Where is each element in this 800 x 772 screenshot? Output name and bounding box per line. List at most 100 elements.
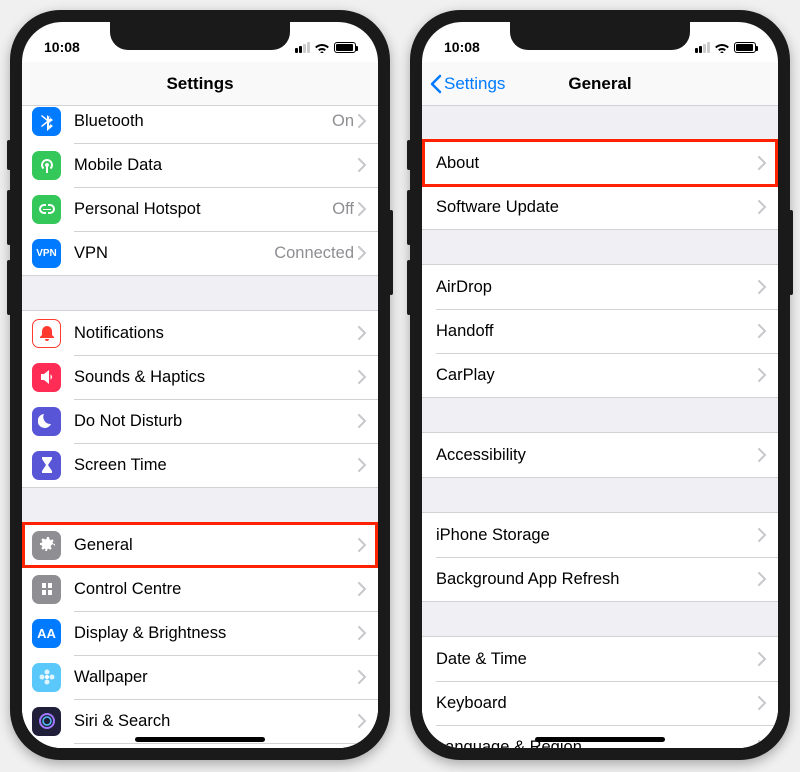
row-label: Siri & Search (74, 712, 358, 731)
chevron-right-icon (758, 280, 766, 294)
row-label: Notifications (74, 324, 358, 343)
chevron-right-icon (358, 158, 366, 172)
cellular-signal-icon (695, 42, 710, 53)
row-label: Control Centre (74, 580, 358, 599)
dnd-row[interactable]: Do Not Disturb (22, 399, 378, 443)
home-indicator[interactable] (535, 737, 665, 742)
row-value: On (332, 112, 354, 131)
row-label: Software Update (436, 198, 758, 217)
chevron-right-icon (758, 156, 766, 170)
row-label: Accessibility (436, 446, 758, 465)
status-time: 10:08 (444, 39, 480, 55)
ant-icon (32, 151, 61, 180)
chevron-right-icon (358, 202, 366, 216)
chevron-right-icon (358, 246, 366, 260)
chevron-right-icon (358, 414, 366, 428)
chevron-right-icon (358, 326, 366, 340)
row-label: CarPlay (436, 366, 758, 385)
row-label: Personal Hotspot (74, 200, 332, 219)
phone-right: 10:08 Settings General About Software Upd… (410, 10, 790, 760)
row-label: iPhone Storage (436, 526, 758, 545)
row-label: Display & Brightness (74, 624, 358, 643)
chevron-right-icon (358, 114, 366, 128)
battery-icon (734, 42, 756, 53)
chevron-right-icon (758, 696, 766, 710)
display-row[interactable]: AA Display & Brightness (22, 611, 378, 655)
phone-left: 10:08 Settings BluetoothOn Mobile Data Per… (10, 10, 390, 760)
airdrop-row[interactable]: AirDrop (422, 265, 778, 309)
chevron-right-icon (758, 200, 766, 214)
bluetooth-row[interactable]: BluetoothOn (22, 106, 378, 143)
chevron-right-icon (358, 538, 366, 552)
screentime-row[interactable]: Screen Time (22, 443, 378, 487)
wallpaper-row[interactable]: Wallpaper (22, 655, 378, 699)
flower-icon (32, 663, 61, 692)
row-label: Mobile Data (74, 156, 358, 175)
sounds-row[interactable]: Sounds & Haptics (22, 355, 378, 399)
chevron-right-icon (358, 714, 366, 728)
chevron-right-icon (358, 670, 366, 684)
hourglass-icon (32, 451, 61, 480)
iphone-storage-row[interactable]: iPhone Storage (422, 513, 778, 557)
chevron-right-icon (358, 582, 366, 596)
vpn-row[interactable]: VPNVPNConnected (22, 231, 378, 275)
chevron-right-icon (758, 740, 766, 748)
keyboard-row[interactable]: Keyboard (422, 681, 778, 725)
wifi-icon (314, 41, 330, 53)
mobile-data-row[interactable]: Mobile Data (22, 143, 378, 187)
nav-bar: Settings (22, 62, 378, 106)
chevron-right-icon (758, 652, 766, 666)
software-update-row[interactable]: Software Update (422, 185, 778, 229)
row-label: About (436, 154, 758, 173)
sound-icon (32, 363, 61, 392)
status-time: 10:08 (44, 39, 80, 55)
notch (110, 22, 290, 50)
gear-icon (32, 531, 61, 560)
row-label: AirDrop (436, 278, 758, 297)
chevron-right-icon (358, 370, 366, 384)
chevron-right-icon (758, 572, 766, 586)
carplay-row[interactable]: CarPlay (422, 353, 778, 397)
row-label: Screen Time (74, 456, 358, 475)
row-label: Keyboard (436, 694, 758, 713)
chevron-right-icon (358, 458, 366, 472)
link-icon (32, 195, 61, 224)
row-label: Wallpaper (74, 668, 358, 687)
page-title: General (568, 74, 631, 94)
row-label: Do Not Disturb (74, 412, 358, 431)
chevron-right-icon (758, 448, 766, 462)
chevron-right-icon (358, 626, 366, 640)
moon-icon (32, 407, 61, 436)
general-list[interactable]: About Software Update AirDrop Handoff CarPla… (422, 106, 778, 748)
chevron-right-icon (758, 528, 766, 542)
bg-app-refresh-row[interactable]: Background App Refresh (422, 557, 778, 601)
date-time-row[interactable]: Date & Time (422, 637, 778, 681)
settings-list[interactable]: BluetoothOn Mobile Data Personal HotspotOf… (22, 106, 378, 748)
faceid-row[interactable]: Face ID & Passcode (22, 743, 378, 748)
chevron-right-icon (758, 324, 766, 338)
bell-icon (32, 319, 61, 348)
back-button[interactable]: Settings (430, 74, 505, 94)
accessibility-row[interactable]: Accessibility (422, 433, 778, 477)
row-label: Sounds & Haptics (74, 368, 358, 387)
aa-icon: AA (32, 619, 61, 648)
home-indicator[interactable] (135, 737, 265, 742)
battery-icon (334, 42, 356, 53)
page-title: Settings (166, 74, 233, 94)
about-row[interactable]: About (422, 141, 778, 185)
chevron-left-icon (430, 74, 442, 94)
vpn-icon: VPN (32, 239, 61, 268)
row-label: Handoff (436, 322, 758, 341)
personal-hotspot-row[interactable]: Personal HotspotOff (22, 187, 378, 231)
general-row[interactable]: General (22, 523, 378, 567)
handoff-row[interactable]: Handoff (422, 309, 778, 353)
siri-icon (32, 707, 61, 736)
row-value: Off (332, 200, 354, 219)
cellular-signal-icon (295, 42, 310, 53)
bt-icon (32, 107, 61, 136)
row-label: Date & Time (436, 650, 758, 669)
notifications-row[interactable]: Notifications (22, 311, 378, 355)
chevron-right-icon (758, 368, 766, 382)
row-value: Connected (274, 244, 354, 263)
control-centre-row[interactable]: Control Centre (22, 567, 378, 611)
